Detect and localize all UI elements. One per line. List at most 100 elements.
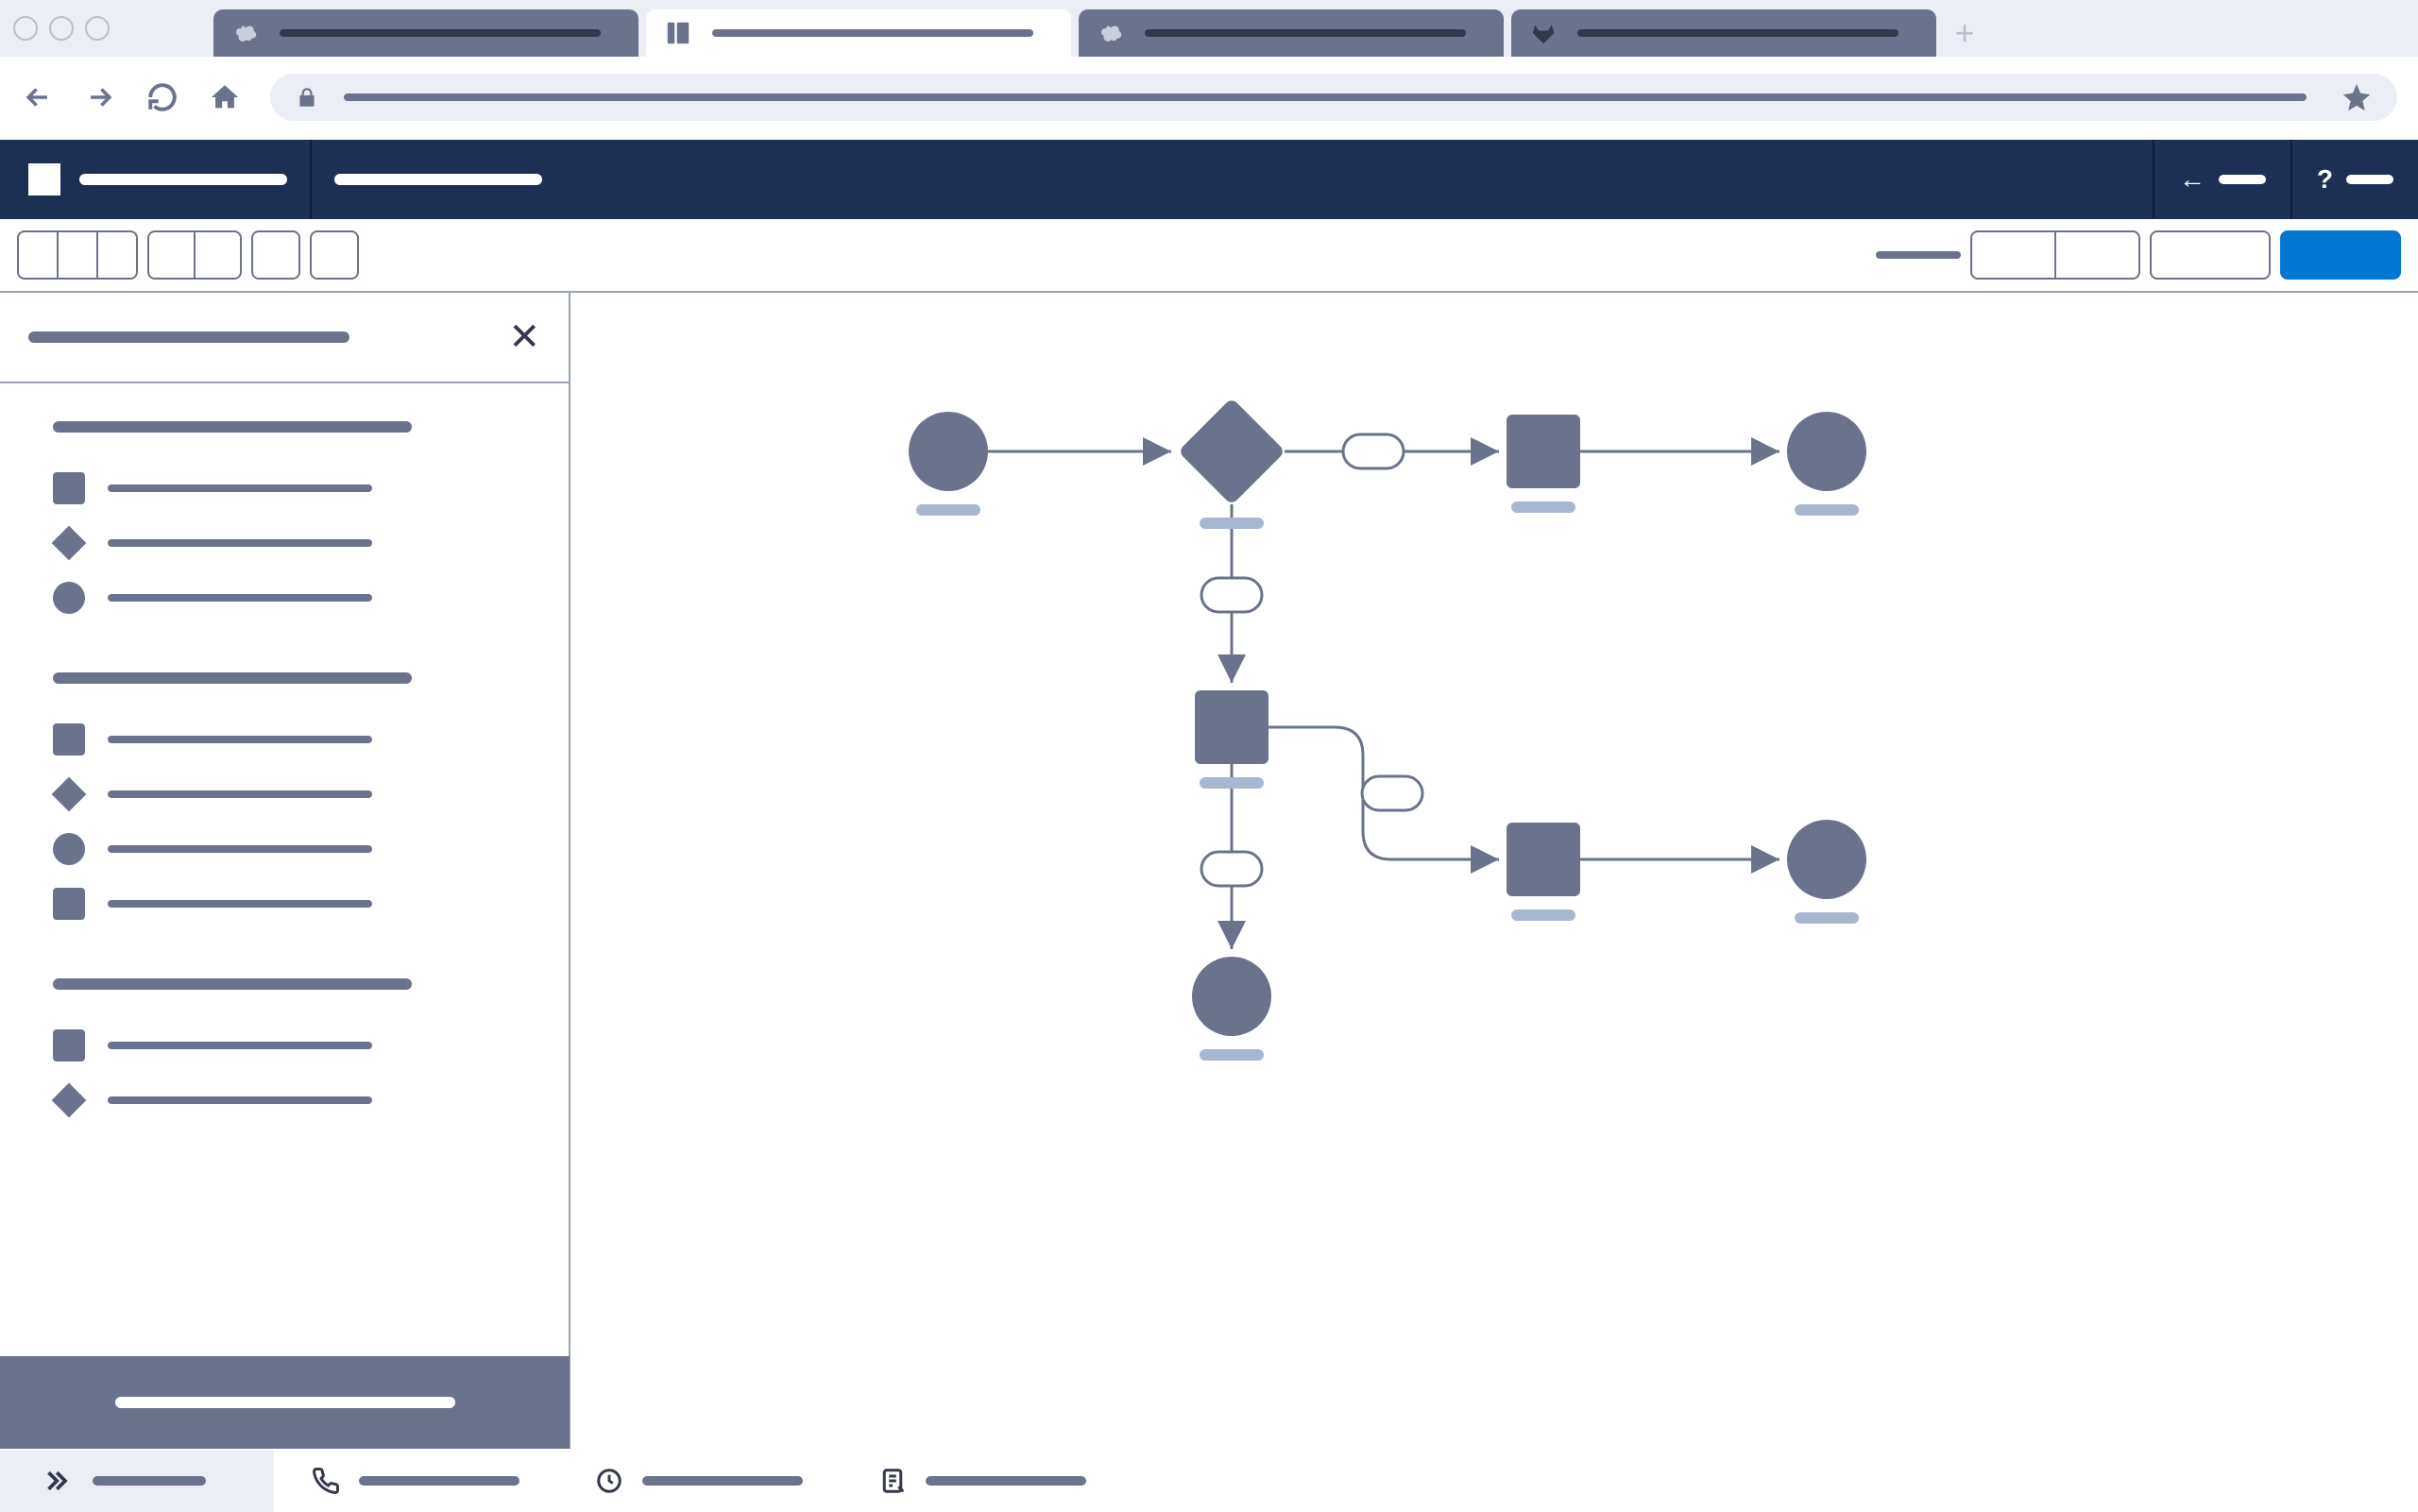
- flow-node-label: [1511, 909, 1575, 921]
- utility-expand-label: [93, 1476, 206, 1486]
- arrow-left-icon: ←: [2179, 164, 2205, 195]
- connector-label-pill[interactable]: [1362, 776, 1422, 810]
- palette-item-square[interactable]: [53, 461, 569, 516]
- utility-notes[interactable]: [841, 1467, 1124, 1495]
- sidebar-section-title: [53, 978, 412, 990]
- utility-history[interactable]: [557, 1467, 841, 1495]
- flow-node-label: [1200, 777, 1264, 789]
- flow-node-end[interactable]: [1192, 957, 1271, 1061]
- address-bar[interactable]: [270, 74, 2397, 121]
- header-back-section[interactable]: ←: [2153, 140, 2290, 219]
- flow-node-action[interactable]: [1507, 823, 1580, 921]
- header-help-label: [2346, 175, 2393, 184]
- connector-label-pill[interactable]: [1343, 434, 1404, 468]
- browser-tab-strip: +: [0, 0, 2418, 57]
- browser-toolbar: [0, 57, 2418, 140]
- notepad-icon: [878, 1467, 907, 1495]
- flow-toolbar: [0, 219, 2418, 293]
- flow-node-start[interactable]: [909, 412, 988, 516]
- gitlab-icon: [1528, 18, 1558, 48]
- toolbar-segmented-3[interactable]: [1970, 230, 2140, 280]
- flow-node-end[interactable]: [1787, 820, 1866, 924]
- palette-item-label: [108, 539, 372, 547]
- palette-item-label: [108, 1042, 372, 1049]
- header-help-section[interactable]: ?: [2290, 140, 2418, 219]
- palette-item-diamond[interactable]: [53, 516, 569, 570]
- utility-expand-button[interactable]: [0, 1450, 274, 1512]
- new-tab-button[interactable]: +: [1944, 9, 1985, 57]
- utility-notes-label: [926, 1476, 1086, 1486]
- sidebar-footer[interactable]: [0, 1356, 570, 1449]
- toolbar-primary-button[interactable]: [2280, 230, 2401, 280]
- square-shape-icon: [53, 472, 85, 504]
- palette-item-label: [108, 594, 372, 602]
- toolbar-secondary-button[interactable]: [2150, 230, 2271, 280]
- address-text: [344, 93, 2307, 101]
- close-icon[interactable]: ✕: [508, 318, 540, 356]
- flow-node-label: [1200, 518, 1264, 529]
- toolbar-button-2[interactable]: [310, 230, 359, 280]
- connector-label-pill[interactable]: [1201, 578, 1262, 612]
- palette-item-label: [108, 484, 372, 492]
- toolbar-button-1[interactable]: [251, 230, 300, 280]
- window-zoom-button[interactable]: [85, 16, 110, 41]
- app-header: ← ?: [0, 140, 2418, 219]
- flow-node-end[interactable]: [1787, 412, 1866, 516]
- window-minimize-button[interactable]: [49, 16, 74, 41]
- help-icon: ?: [2317, 164, 2333, 195]
- toolbar-status-label: [1876, 251, 1961, 259]
- nav-back-button[interactable]: [21, 80, 55, 114]
- palette-item-circle[interactable]: [53, 822, 569, 876]
- toolbar-segmented-1[interactable]: [17, 230, 138, 280]
- palette-item-label: [108, 790, 372, 798]
- flow-canvas[interactable]: [570, 293, 2418, 1449]
- palette-item-diamond[interactable]: [53, 767, 569, 822]
- palette-item-label: [108, 736, 372, 743]
- sidebar-section-title: [53, 672, 412, 684]
- tab-title: [1577, 29, 1899, 37]
- flow-node-label: [916, 504, 980, 516]
- tabs: +: [213, 0, 1985, 57]
- palette-item-square[interactable]: [53, 1018, 569, 1073]
- window-close-button[interactable]: [13, 16, 38, 41]
- flow-node-label: [1795, 504, 1859, 516]
- bookmark-star-icon[interactable]: [2341, 81, 2373, 113]
- flow-node-label: [1200, 1049, 1264, 1061]
- utility-phone[interactable]: [274, 1467, 557, 1495]
- diamond-shape-icon: [52, 777, 87, 812]
- palette-item-circle[interactable]: [53, 570, 569, 625]
- salesforce-icon: [230, 18, 261, 48]
- diamond-shape-icon: [52, 1083, 87, 1118]
- tab-salesforce-1[interactable]: [213, 9, 639, 57]
- tab-gitlab[interactable]: [1511, 9, 1936, 57]
- utility-phone-label: [359, 1476, 519, 1486]
- square-shape-icon: [53, 1029, 85, 1062]
- nav-forward-button[interactable]: [83, 80, 117, 114]
- nav-home-button[interactable]: [208, 80, 242, 114]
- flow-node-label: [1511, 501, 1575, 513]
- app-brand[interactable]: [0, 163, 287, 195]
- nav-reload-button[interactable]: [145, 80, 179, 114]
- phone-icon: [312, 1467, 340, 1495]
- lock-icon: [295, 85, 319, 110]
- connector-label-pill[interactable]: [1201, 852, 1262, 886]
- chevron-right-double-icon: [42, 1467, 70, 1495]
- salesforce-icon: [1096, 18, 1126, 48]
- header-divider: [310, 140, 312, 219]
- app-logo-icon: [28, 163, 60, 195]
- palette-item-diamond[interactable]: [53, 1073, 569, 1128]
- palette-item-label: [108, 900, 372, 908]
- tab-title: [712, 29, 1033, 37]
- palette-item-square[interactable]: [53, 712, 569, 767]
- utility-history-label: [642, 1476, 803, 1486]
- sidebar-section-title: [53, 421, 412, 433]
- toolbar-segmented-2[interactable]: [147, 230, 242, 280]
- palette-item-label: [108, 845, 372, 853]
- flow-node-action[interactable]: [1507, 415, 1580, 513]
- layout-icon: [663, 18, 693, 48]
- flow-node-label: [1795, 912, 1859, 924]
- tab-flow-builder[interactable]: [646, 9, 1071, 57]
- app-subtitle: [334, 174, 542, 185]
- palette-item-square[interactable]: [53, 876, 569, 931]
- tab-salesforce-2[interactable]: [1079, 9, 1504, 57]
